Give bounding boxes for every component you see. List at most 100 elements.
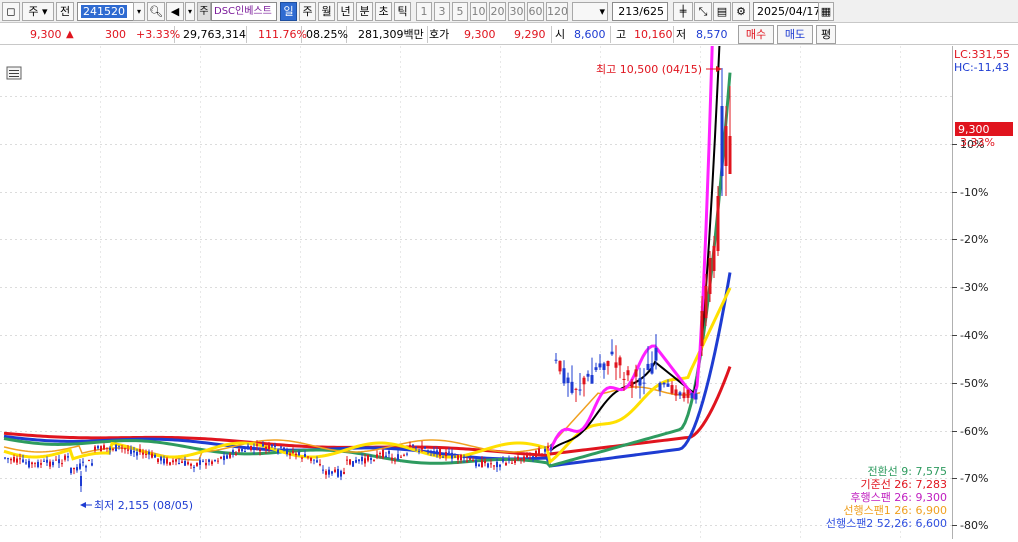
chart-canvas[interactable]: 10%-10%-20%-30%-40%-50%-60%-70%-80% LC:3… — [0, 0, 1018, 539]
interval-button-3[interactable]: 3 — [434, 2, 450, 21]
code-dropdown-icon[interactable]: ▾ — [133, 2, 145, 21]
candle — [115, 444, 117, 452]
speaker-icon[interactable]: ◀︎ — [166, 2, 184, 21]
period-toggle[interactable]: 전 — [56, 2, 74, 21]
interval-button-1[interactable]: 1 — [416, 2, 432, 21]
candle-body — [37, 461, 39, 468]
candle-body — [259, 450, 261, 452]
y-tick-label: -70% — [960, 472, 988, 485]
high-annotation: 최고 10,500 (04/15) — [596, 63, 702, 76]
candle-body — [247, 445, 249, 450]
candle-body — [328, 469, 330, 475]
candle-body — [586, 373, 590, 377]
candle-body — [58, 459, 60, 464]
trade-amount: 281,309백만 — [358, 28, 424, 41]
candle — [690, 392, 694, 399]
candle-body — [626, 370, 630, 376]
candle-body — [445, 452, 447, 457]
candle-body — [55, 459, 57, 461]
interval-select[interactable]: ▾ — [572, 2, 608, 21]
candle-body — [94, 446, 96, 451]
period-button-5[interactable]: 초 — [375, 2, 392, 21]
period-button-3[interactable]: 년 — [337, 2, 354, 21]
candle-body — [52, 461, 54, 466]
candle-body — [268, 445, 270, 449]
date-field[interactable]: 2025/04/17 — [753, 2, 823, 21]
current-price: 9,300 — [30, 28, 62, 41]
interval-button-10[interactable]: 10 — [470, 2, 487, 21]
window-icon[interactable]: ◻ — [2, 2, 20, 21]
candle-body — [349, 459, 351, 465]
print-icon[interactable]: ▤ — [713, 2, 731, 21]
candle-body — [304, 453, 306, 457]
candle-body — [472, 460, 474, 462]
candle-body — [202, 460, 204, 462]
interval-button-20[interactable]: 20 — [489, 2, 506, 21]
y-tick-label: -20% — [960, 233, 988, 246]
type-dropdown[interactable]: 주 ▾ — [22, 2, 54, 21]
candle-body — [594, 367, 598, 370]
candle-body — [142, 452, 144, 455]
candle-body — [208, 459, 210, 462]
interval-button-120[interactable]: 120 — [546, 2, 568, 21]
candle-body — [43, 460, 45, 462]
period-button-4[interactable]: 분 — [356, 2, 373, 21]
count-field: 213/625 — [612, 2, 668, 21]
candle-body — [674, 389, 678, 396]
turnover: 08.25% — [306, 28, 348, 41]
candle — [352, 461, 354, 467]
hc-label: HC:-11,43 — [954, 61, 1009, 74]
candle-body — [61, 463, 63, 465]
y-tick-label: -10% — [960, 186, 988, 199]
interval-button-30[interactable]: 30 — [508, 2, 525, 21]
candle-body — [175, 459, 177, 462]
candle-body — [430, 451, 432, 453]
search-icon[interactable]: 🔍︎ — [147, 2, 165, 21]
price-tag-pct: 3.33% — [960, 136, 995, 149]
candle-body — [678, 392, 682, 396]
candle-body — [505, 462, 507, 466]
candle-body — [286, 449, 288, 454]
candle-body — [127, 449, 129, 451]
candle-body — [618, 357, 622, 366]
low-annotation: 최저 2,155 (08/05) — [94, 499, 193, 512]
candle-type-icon[interactable]: ╪ — [673, 2, 693, 21]
calendar-icon[interactable]: ▦ — [818, 2, 834, 21]
candle-body — [193, 466, 195, 468]
candle-body — [184, 460, 186, 466]
legend-item: 선행스팬2 52,26: 6,600 — [826, 517, 947, 530]
period-button-2[interactable]: 월 — [318, 2, 335, 21]
period-button-1[interactable]: 주 — [299, 2, 316, 21]
list-icon[interactable] — [6, 66, 22, 80]
candle-body — [602, 363, 606, 370]
candle-body — [76, 467, 78, 471]
candle-body — [355, 459, 357, 463]
period-button-6[interactable]: 틱 — [394, 2, 411, 21]
candle-body — [34, 462, 36, 464]
candle-body — [160, 456, 162, 461]
buy-button[interactable]: 매수 — [738, 25, 774, 44]
draw-tool-icon[interactable]: ⤡ — [694, 2, 712, 21]
candle-body — [307, 456, 309, 458]
candle-body — [658, 382, 662, 391]
candle-body — [517, 456, 519, 460]
eval-button[interactable]: 평 — [816, 25, 836, 44]
sell-button[interactable]: 매도 — [777, 25, 813, 44]
gear-icon[interactable]: ⚙ — [732, 2, 750, 21]
candle-body — [4, 457, 6, 459]
interval-button-60[interactable]: 60 — [527, 2, 544, 21]
candle-body — [157, 458, 159, 463]
candle-body — [46, 459, 48, 463]
candle-body — [280, 446, 282, 448]
candle-body — [610, 351, 614, 355]
candle-body — [70, 467, 72, 474]
interval-button-5[interactable]: 5 — [452, 2, 468, 21]
quote-cell — [428, 26, 552, 43]
speaker-dropdown-icon[interactable]: ▾ — [185, 2, 195, 21]
stock-chart[interactable]: 10% -10% -20% -30% -40% -50% -60% -70% -80% LC:3… — [0, 0, 1018, 539]
candle-body — [145, 453, 147, 455]
candle-body — [662, 382, 666, 385]
period-button-0[interactable]: 일 — [280, 2, 297, 21]
legend-item: 후행스팬 26: 9,300 — [850, 491, 947, 504]
candle-body — [454, 456, 456, 458]
